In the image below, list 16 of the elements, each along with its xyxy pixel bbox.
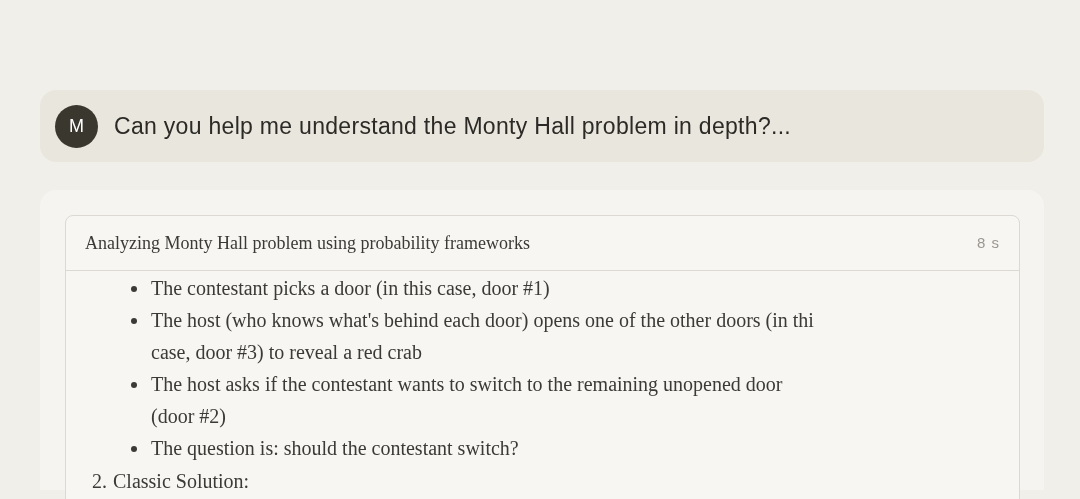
thinking-duration: 8 s <box>977 232 1000 253</box>
bullet-text: The contestant picks a door (in this case, door #1) <box>151 276 550 302</box>
bullet-icon <box>131 446 137 452</box>
bullet-icon <box>131 286 137 292</box>
list-number: 2. <box>92 469 107 494</box>
bullet-icon <box>131 382 137 388</box>
bullet-text: The host (who knows what's behind each door) opens one of the other doors (in thi <box>151 308 814 334</box>
bullet-icon <box>131 318 137 324</box>
bullet-text: case, door #3) to reveal a red crab <box>151 340 423 365</box>
bullet-text: The question is: should the contestant switch? <box>151 436 519 462</box>
list-item-text: Classic Solution: <box>113 469 250 494</box>
bullet-text: The host asks if the contestant wants to switch to the remaining unopened door <box>151 372 783 398</box>
user-avatar: M <box>55 104 98 148</box>
bullet-text: (door #2) <box>151 404 227 430</box>
user-message-text: Can you help me understand the Monty Hall problem in depth?... <box>114 111 792 141</box>
thinking-title: Analyzing Monty Hall problem using probability frameworks <box>85 231 530 255</box>
